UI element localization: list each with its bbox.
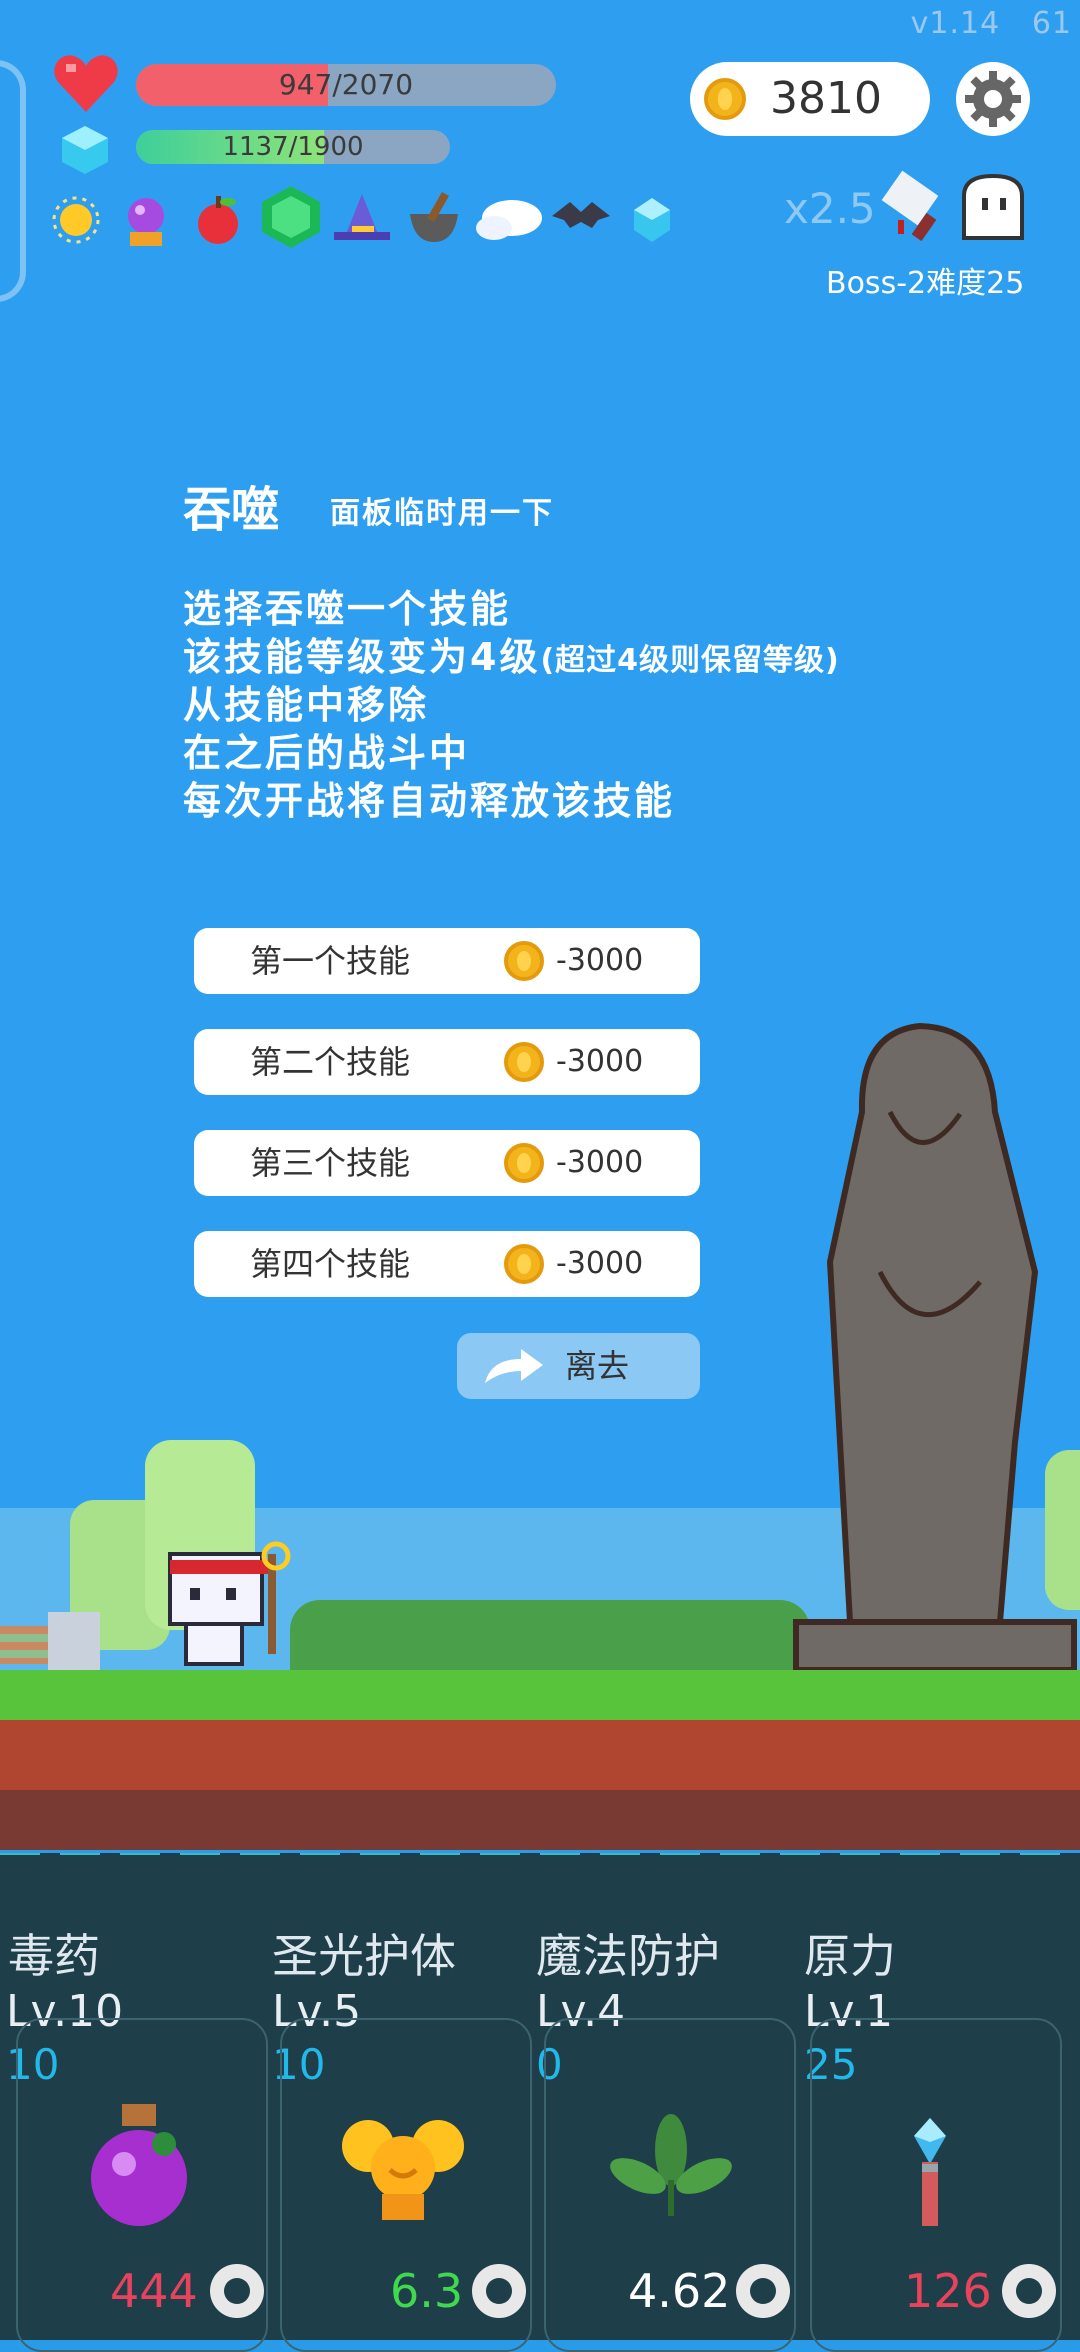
skill-slot-2[interactable]: 圣光护体 Lv.5 10 6.3: [268, 1920, 536, 2352]
option-label: 第四个技能: [250, 1245, 411, 1283]
gravestone: [48, 1612, 100, 1670]
coin-icon: [704, 78, 746, 120]
skill-name: 圣光护体: [272, 1929, 456, 1983]
coin-icon: [504, 1244, 544, 1284]
description-line-1: 选择吞噬一个技能: [183, 587, 512, 631]
sun-orb-icon[interactable]: [48, 192, 104, 248]
coin-counter: 3810: [690, 62, 930, 136]
leave-label: 离去: [565, 1347, 630, 1385]
witch-hat-icon[interactable]: [332, 192, 390, 248]
option-price: -3000: [556, 1044, 644, 1079]
option-label: 第二个技能: [250, 1043, 411, 1081]
description-line-3: 从技能中移除: [183, 683, 430, 727]
devour-title: 吞噬: [183, 482, 280, 538]
settings-gear-icon[interactable]: [956, 62, 1030, 136]
wings-icon[interactable]: [474, 188, 544, 244]
option-price: -3000: [556, 943, 644, 978]
skill-value: 444: [110, 2264, 198, 2318]
description-line-4: 在之后的战斗中: [183, 731, 471, 775]
crystal-wand-icon: [900, 2112, 960, 2232]
statue: [790, 1022, 1080, 1673]
boss-difficulty-label: Boss-2难度25: [826, 266, 1025, 301]
skill-name: 原力: [804, 1929, 896, 1983]
upgrade-gear-icon[interactable]: [1002, 2264, 1056, 2318]
coin-icon: [504, 941, 544, 981]
skill-name: 魔法防护: [536, 1929, 720, 1983]
skill-slot-3[interactable]: 魔法防护 Lv.4 0 4.62: [536, 1920, 804, 2352]
leaf-icon: [606, 2110, 736, 2220]
mortar-icon[interactable]: [404, 192, 460, 248]
skill-value: 6.3: [390, 2264, 464, 2318]
description-line-2: 该技能等级变为4级(超过4级则保留等级): [183, 626, 840, 681]
coin-amount: 3810: [770, 73, 882, 124]
cleaver-icon: [878, 170, 952, 246]
potion-icon: [84, 2100, 194, 2230]
skill-value: 126: [904, 2264, 992, 2318]
option-label: 第一个技能: [250, 942, 411, 980]
upgrade-gear-icon[interactable]: [472, 2264, 526, 2318]
hp-text: 947/2070: [278, 68, 414, 101]
option-price: -3000: [556, 1145, 644, 1180]
speed-multiplier[interactable]: x2.5: [784, 184, 876, 233]
skill-value: 4.62: [628, 2264, 731, 2318]
devour-skill-2-button[interactable]: 第二个技能 -3000: [194, 1029, 700, 1095]
mp-bar: 1137/1900: [136, 130, 450, 164]
apple-icon[interactable]: [190, 192, 246, 248]
ice-crystal-icon[interactable]: [624, 192, 680, 248]
devour-subtitle: 面板临时用一下: [330, 496, 554, 531]
bushes: [290, 1600, 810, 1672]
devour-skill-3-button[interactable]: 第三个技能 -3000: [194, 1130, 700, 1196]
dark-soil: [0, 1790, 1080, 1850]
skill-slot-1[interactable]: 毒药 Lv.10 10 444: [0, 1920, 268, 2352]
mp-text: 1137/1900: [222, 132, 364, 162]
emerald-icon[interactable]: [258, 184, 324, 250]
diamond-icon: [60, 124, 110, 176]
grass-ground: [0, 1670, 1080, 1720]
skill-name: 毒药: [8, 1929, 100, 1983]
skill-slot-4[interactable]: 原力 Lv.1 25 126: [804, 1920, 1080, 2352]
coin-icon: [504, 1143, 544, 1183]
ghost-boss-icon: [958, 172, 1028, 242]
left-edge-frame: [0, 60, 26, 302]
devour-skill-4-button[interactable]: 第四个技能 -3000: [194, 1231, 700, 1297]
crystal-ball-icon[interactable]: [116, 192, 172, 248]
upgrade-gear-icon[interactable]: [736, 2264, 790, 2318]
option-price: -3000: [556, 1246, 644, 1281]
holy-light-icon: [338, 2106, 468, 2226]
hp-bar: 947/2070: [136, 64, 556, 106]
coin-icon: [504, 1042, 544, 1082]
heart-icon: [52, 52, 120, 116]
fps-counter: 61: [1031, 6, 1072, 41]
option-label: 第三个技能: [250, 1144, 411, 1182]
upgrade-gear-icon[interactable]: [210, 2264, 264, 2318]
leave-button[interactable]: 离去: [457, 1333, 700, 1399]
description-line-2-main: 该技能等级变为4级: [183, 635, 541, 679]
description-line-2-note: (超过4级则保留等级): [540, 643, 840, 678]
description-line-5: 每次开战将自动释放该技能: [183, 779, 676, 823]
bat-icon[interactable]: [548, 192, 610, 248]
version-label: v1.14 61: [910, 6, 1072, 41]
leave-arrow-icon: [485, 1349, 543, 1383]
devour-skill-1-button[interactable]: 第一个技能 -3000: [194, 928, 700, 994]
hero-character: [160, 1540, 300, 1670]
